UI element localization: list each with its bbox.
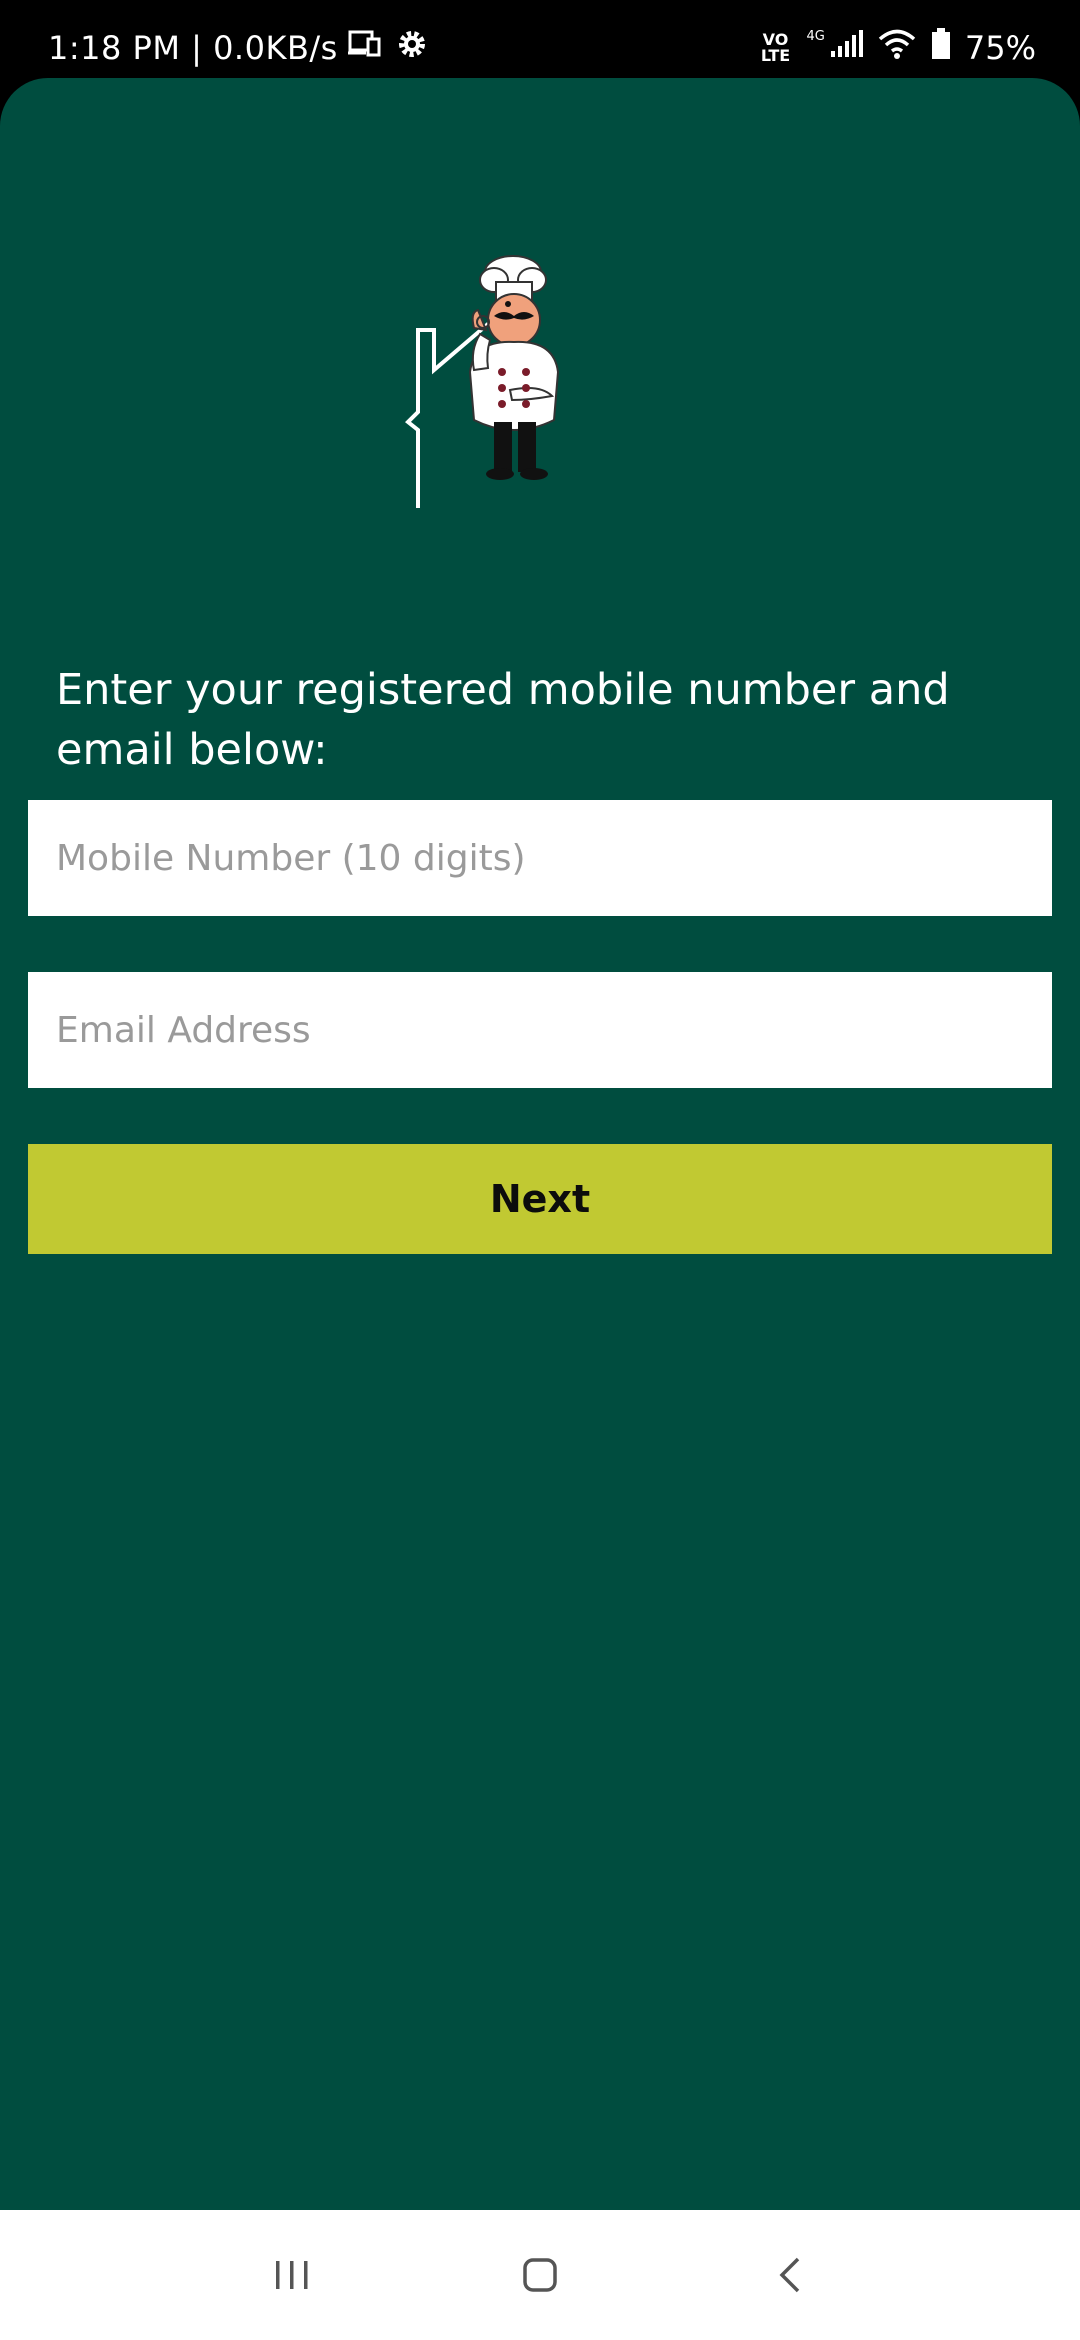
signal-icon — [829, 29, 863, 67]
navigation-bar — [0, 2210, 1080, 2340]
wifi-icon — [877, 28, 917, 68]
home-button[interactable] — [480, 2210, 600, 2340]
network-type: 4G — [806, 28, 825, 44]
battery-percent: 75% — [964, 29, 1036, 67]
gear-icon — [396, 28, 428, 68]
home-icon — [523, 2258, 557, 2292]
status-left: 1:18 PM | 0.0KB/s — [48, 28, 428, 68]
status-time-speed: 1:18 PM | 0.0KB/s — [48, 29, 338, 67]
status-right: VO LTE 4G 75% — [745, 28, 1036, 68]
next-button[interactable]: Next — [28, 1144, 1052, 1254]
battery-icon — [931, 28, 951, 68]
recents-icon — [276, 2261, 308, 2289]
screen-cast-icon — [347, 29, 382, 67]
email-address-input[interactable] — [28, 972, 1052, 1088]
mobile-number-input[interactable] — [28, 800, 1052, 916]
back-icon — [779, 2257, 800, 2293]
volte-bottom-text: LTE — [760, 46, 791, 65]
recents-button[interactable] — [232, 2210, 352, 2340]
volte-indicator: VO LTE — [759, 32, 793, 64]
instruction-heading: Enter your registered mobile number and … — [56, 665, 950, 775]
back-button[interactable] — [730, 2210, 850, 2340]
chef-house-logo — [405, 255, 560, 508]
